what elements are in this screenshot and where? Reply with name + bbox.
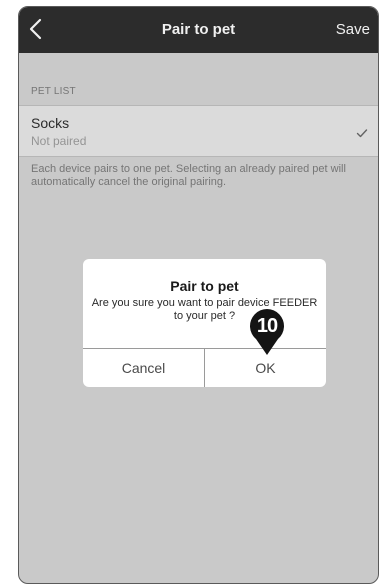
callout-number: 10 [256,315,278,337]
map-pin-icon: 10 [248,308,286,356]
dialog-title: Pair to pet [170,278,239,294]
phone-screen: Pair to pet Save PET LIST Socks Not pair… [18,6,379,584]
confirm-dialog: Pair to pet Are you sure you want to pai… [83,259,326,387]
cancel-button[interactable]: Cancel [83,349,204,387]
